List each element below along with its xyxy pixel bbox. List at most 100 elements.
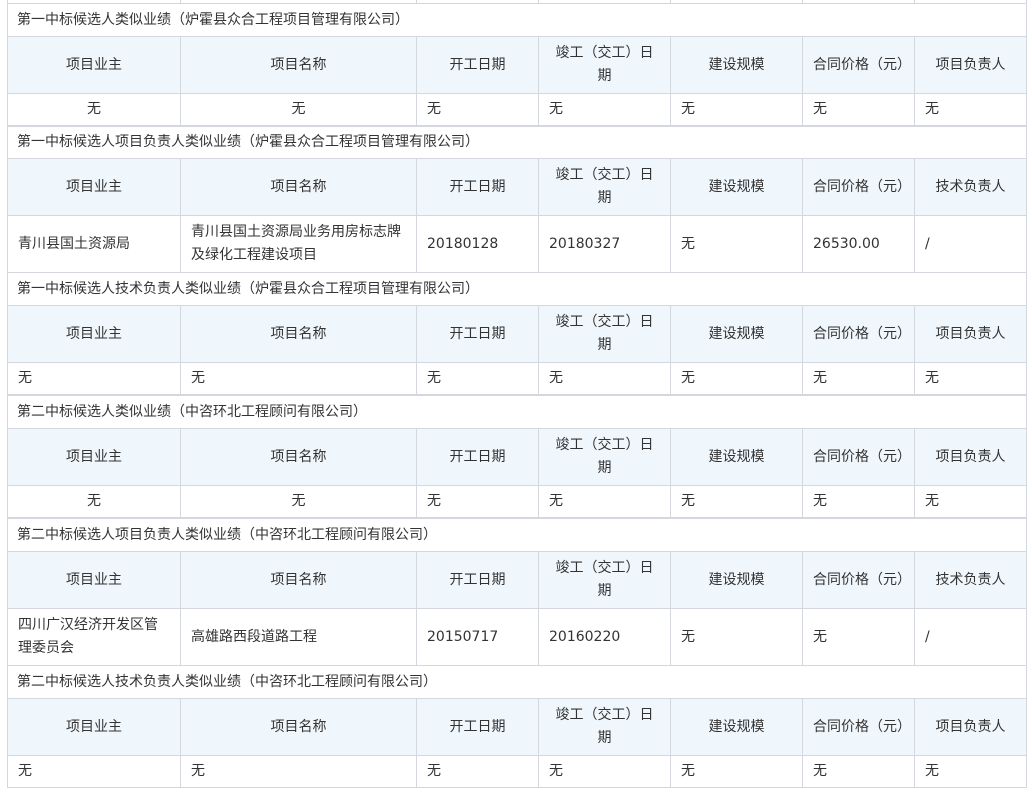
cell-contract-price: 无 — [802, 608, 915, 666]
column-header-completion-date: 竣工（交工）日期 — [538, 698, 671, 756]
column-header-owner: 项目业主 — [7, 428, 181, 486]
column-header-start-date: 开工日期 — [416, 698, 539, 756]
column-header-person: 技术负责人 — [913, 551, 1028, 609]
section-title: 第二中标候选人技术负责人类似业绩（中咨环北工程顾问有限公司） — [6, 665, 1028, 699]
cell-completion-date: 无 — [538, 362, 671, 395]
cell-person: 无 — [913, 362, 1028, 395]
column-header-scale: 建设规模 — [670, 698, 803, 756]
header-row: 项目业主 项目名称 开工日期 竣工（交工）日期 建设规模 合同价格（元） 项目负责人 — [7, 698, 1028, 756]
column-header-completion-date: 竣工（交工）日期 — [538, 36, 671, 94]
column-header-start-date: 开工日期 — [416, 158, 539, 216]
cell-owner: 无 — [7, 362, 181, 395]
performance-page: 第一中标候选人类似业绩（炉霍县众合工程项目管理有限公司） 项目业主 项目名称 开工日期… — [0, 0, 1032, 794]
column-header-contract-price: 合同价格（元） — [802, 428, 915, 486]
cell-completion-date: 无 — [538, 755, 671, 788]
column-header-contract-price: 合同价格（元） — [802, 36, 915, 94]
cell-start-date: 无 — [416, 362, 539, 395]
header-row: 项目业主 项目名称 开工日期 竣工（交工）日期 建设规模 合同价格（元） 技术负责人 — [7, 158, 1028, 216]
column-header-project-name: 项目名称 — [180, 305, 417, 363]
column-header-person: 项目负责人 — [913, 305, 1028, 363]
cell-project-name: 高雄路西段道路工程 — [180, 608, 417, 666]
cell-scale: 无 — [670, 608, 803, 666]
header-row: 项目业主 项目名称 开工日期 竣工（交工）日期 建设规模 合同价格（元） 项目负责人 — [7, 36, 1028, 94]
cell-scale: 无 — [670, 93, 803, 126]
table-row: 无无无无无无无 — [7, 362, 1028, 395]
cell-person: / — [913, 608, 1028, 666]
table-row: 无无无无无无无 — [7, 485, 1028, 518]
table-row: 无无无无无无无 — [7, 755, 1028, 788]
section-table-4: 第二中标候选人类似业绩（中咨环北工程顾问有限公司） 项目业主 项目名称 开工日期 竣工（… — [6, 395, 1028, 518]
cell-scale: 无 — [670, 215, 803, 273]
column-header-contract-price: 合同价格（元） — [802, 551, 915, 609]
cell-start-date: 无 — [416, 93, 539, 126]
cell-project-name: 无 — [180, 485, 417, 518]
column-header-person: 技术负责人 — [913, 158, 1028, 216]
column-header-scale: 建设规模 — [670, 551, 803, 609]
cell-owner: 四川广汉经济开发区管理委员会 — [7, 608, 181, 666]
cell-contract-price: 无 — [802, 362, 915, 395]
cell-project-name: 无 — [180, 755, 417, 788]
cell-owner: 青川县国土资源局 — [7, 215, 181, 273]
column-header-completion-date: 竣工（交工）日期 — [538, 158, 671, 216]
column-header-project-name: 项目名称 — [180, 36, 417, 94]
section-table-6: 第二中标候选人技术负责人类似业绩（中咨环北工程顾问有限公司） 项目业主 项目名称 开工… — [6, 665, 1028, 788]
column-header-project-name: 项目名称 — [180, 158, 417, 216]
column-header-completion-date: 竣工（交工）日期 — [538, 305, 671, 363]
cell-owner: 无 — [7, 485, 181, 518]
column-header-owner: 项目业主 — [7, 305, 181, 363]
cell-owner: 无 — [7, 93, 181, 126]
column-header-completion-date: 竣工（交工）日期 — [538, 551, 671, 609]
table-row: 四川广汉经济开发区管理委员会 高雄路西段道路工程 20150717 20160220 无… — [7, 608, 1028, 666]
cell-completion-date: 无 — [538, 93, 671, 126]
column-header-scale: 建设规模 — [670, 158, 803, 216]
column-header-person: 项目负责人 — [913, 698, 1028, 756]
cell-contract-price: 26530.00 — [802, 215, 915, 273]
column-header-start-date: 开工日期 — [416, 551, 539, 609]
column-header-person: 项目负责人 — [913, 428, 1028, 486]
cell-start-date: 20150717 — [416, 608, 539, 666]
section-table-1: 第一中标候选人类似业绩（炉霍县众合工程项目管理有限公司） 项目业主 项目名称 开工日期… — [6, 3, 1028, 126]
column-header-person: 项目负责人 — [913, 36, 1028, 94]
cell-completion-date: 20180327 — [538, 215, 671, 273]
column-header-scale: 建设规模 — [670, 428, 803, 486]
column-header-start-date: 开工日期 — [416, 36, 539, 94]
column-header-scale: 建设规模 — [670, 305, 803, 363]
cell-person: / — [913, 215, 1028, 273]
cell-start-date: 无 — [416, 485, 539, 518]
column-header-scale: 建设规模 — [670, 36, 803, 94]
cell-contract-price: 无 — [802, 485, 915, 518]
table-row: 青川县国土资源局 青川县国土资源局业务用房标志牌及绿化工程建设项目 20180128… — [7, 215, 1028, 273]
column-header-project-name: 项目名称 — [180, 428, 417, 486]
column-header-owner: 项目业主 — [7, 551, 181, 609]
cell-contract-price: 无 — [802, 755, 915, 788]
section-table-2: 第一中标候选人项目负责人类似业绩（炉霍县众合工程项目管理有限公司） 项目业主 项目名… — [6, 126, 1028, 273]
column-header-contract-price: 合同价格（元） — [802, 305, 915, 363]
cell-start-date: 无 — [416, 755, 539, 788]
column-header-owner: 项目业主 — [7, 158, 181, 216]
cell-project-name: 无 — [180, 93, 417, 126]
section-title: 第一中标候选人项目负责人类似业绩（炉霍县众合工程项目管理有限公司） — [6, 126, 1028, 159]
column-header-start-date: 开工日期 — [416, 305, 539, 363]
cell-contract-price: 无 — [802, 93, 915, 126]
cell-project-name: 青川县国土资源局业务用房标志牌及绿化工程建设项目 — [180, 215, 417, 273]
table-row: 无无无无无无无 — [7, 93, 1028, 126]
cell-owner: 无 — [7, 755, 181, 788]
cell-start-date: 20180128 — [416, 215, 539, 273]
cell-person: 无 — [913, 93, 1028, 126]
column-header-owner: 项目业主 — [7, 698, 181, 756]
cell-scale: 无 — [670, 362, 803, 395]
column-header-contract-price: 合同价格（元） — [802, 158, 915, 216]
cell-scale: 无 — [670, 485, 803, 518]
column-header-project-name: 项目名称 — [180, 551, 417, 609]
section-title: 第一中标候选人技术负责人类似业绩（炉霍县众合工程项目管理有限公司） — [6, 272, 1028, 306]
header-row: 项目业主 项目名称 开工日期 竣工（交工）日期 建设规模 合同价格（元） 项目负责人 — [7, 428, 1028, 486]
cell-person: 无 — [913, 755, 1028, 788]
cell-scale: 无 — [670, 755, 803, 788]
section-table-3: 第一中标候选人技术负责人类似业绩（炉霍县众合工程项目管理有限公司） 项目业主 项目名… — [6, 272, 1028, 395]
column-header-contract-price: 合同价格（元） — [802, 698, 915, 756]
column-header-owner: 项目业主 — [7, 36, 181, 94]
cell-completion-date: 20160220 — [538, 608, 671, 666]
section-title: 第二中标候选人项目负责人类似业绩（中咨环北工程顾问有限公司） — [6, 518, 1028, 552]
column-header-completion-date: 竣工（交工）日期 — [538, 428, 671, 486]
column-header-start-date: 开工日期 — [416, 428, 539, 486]
